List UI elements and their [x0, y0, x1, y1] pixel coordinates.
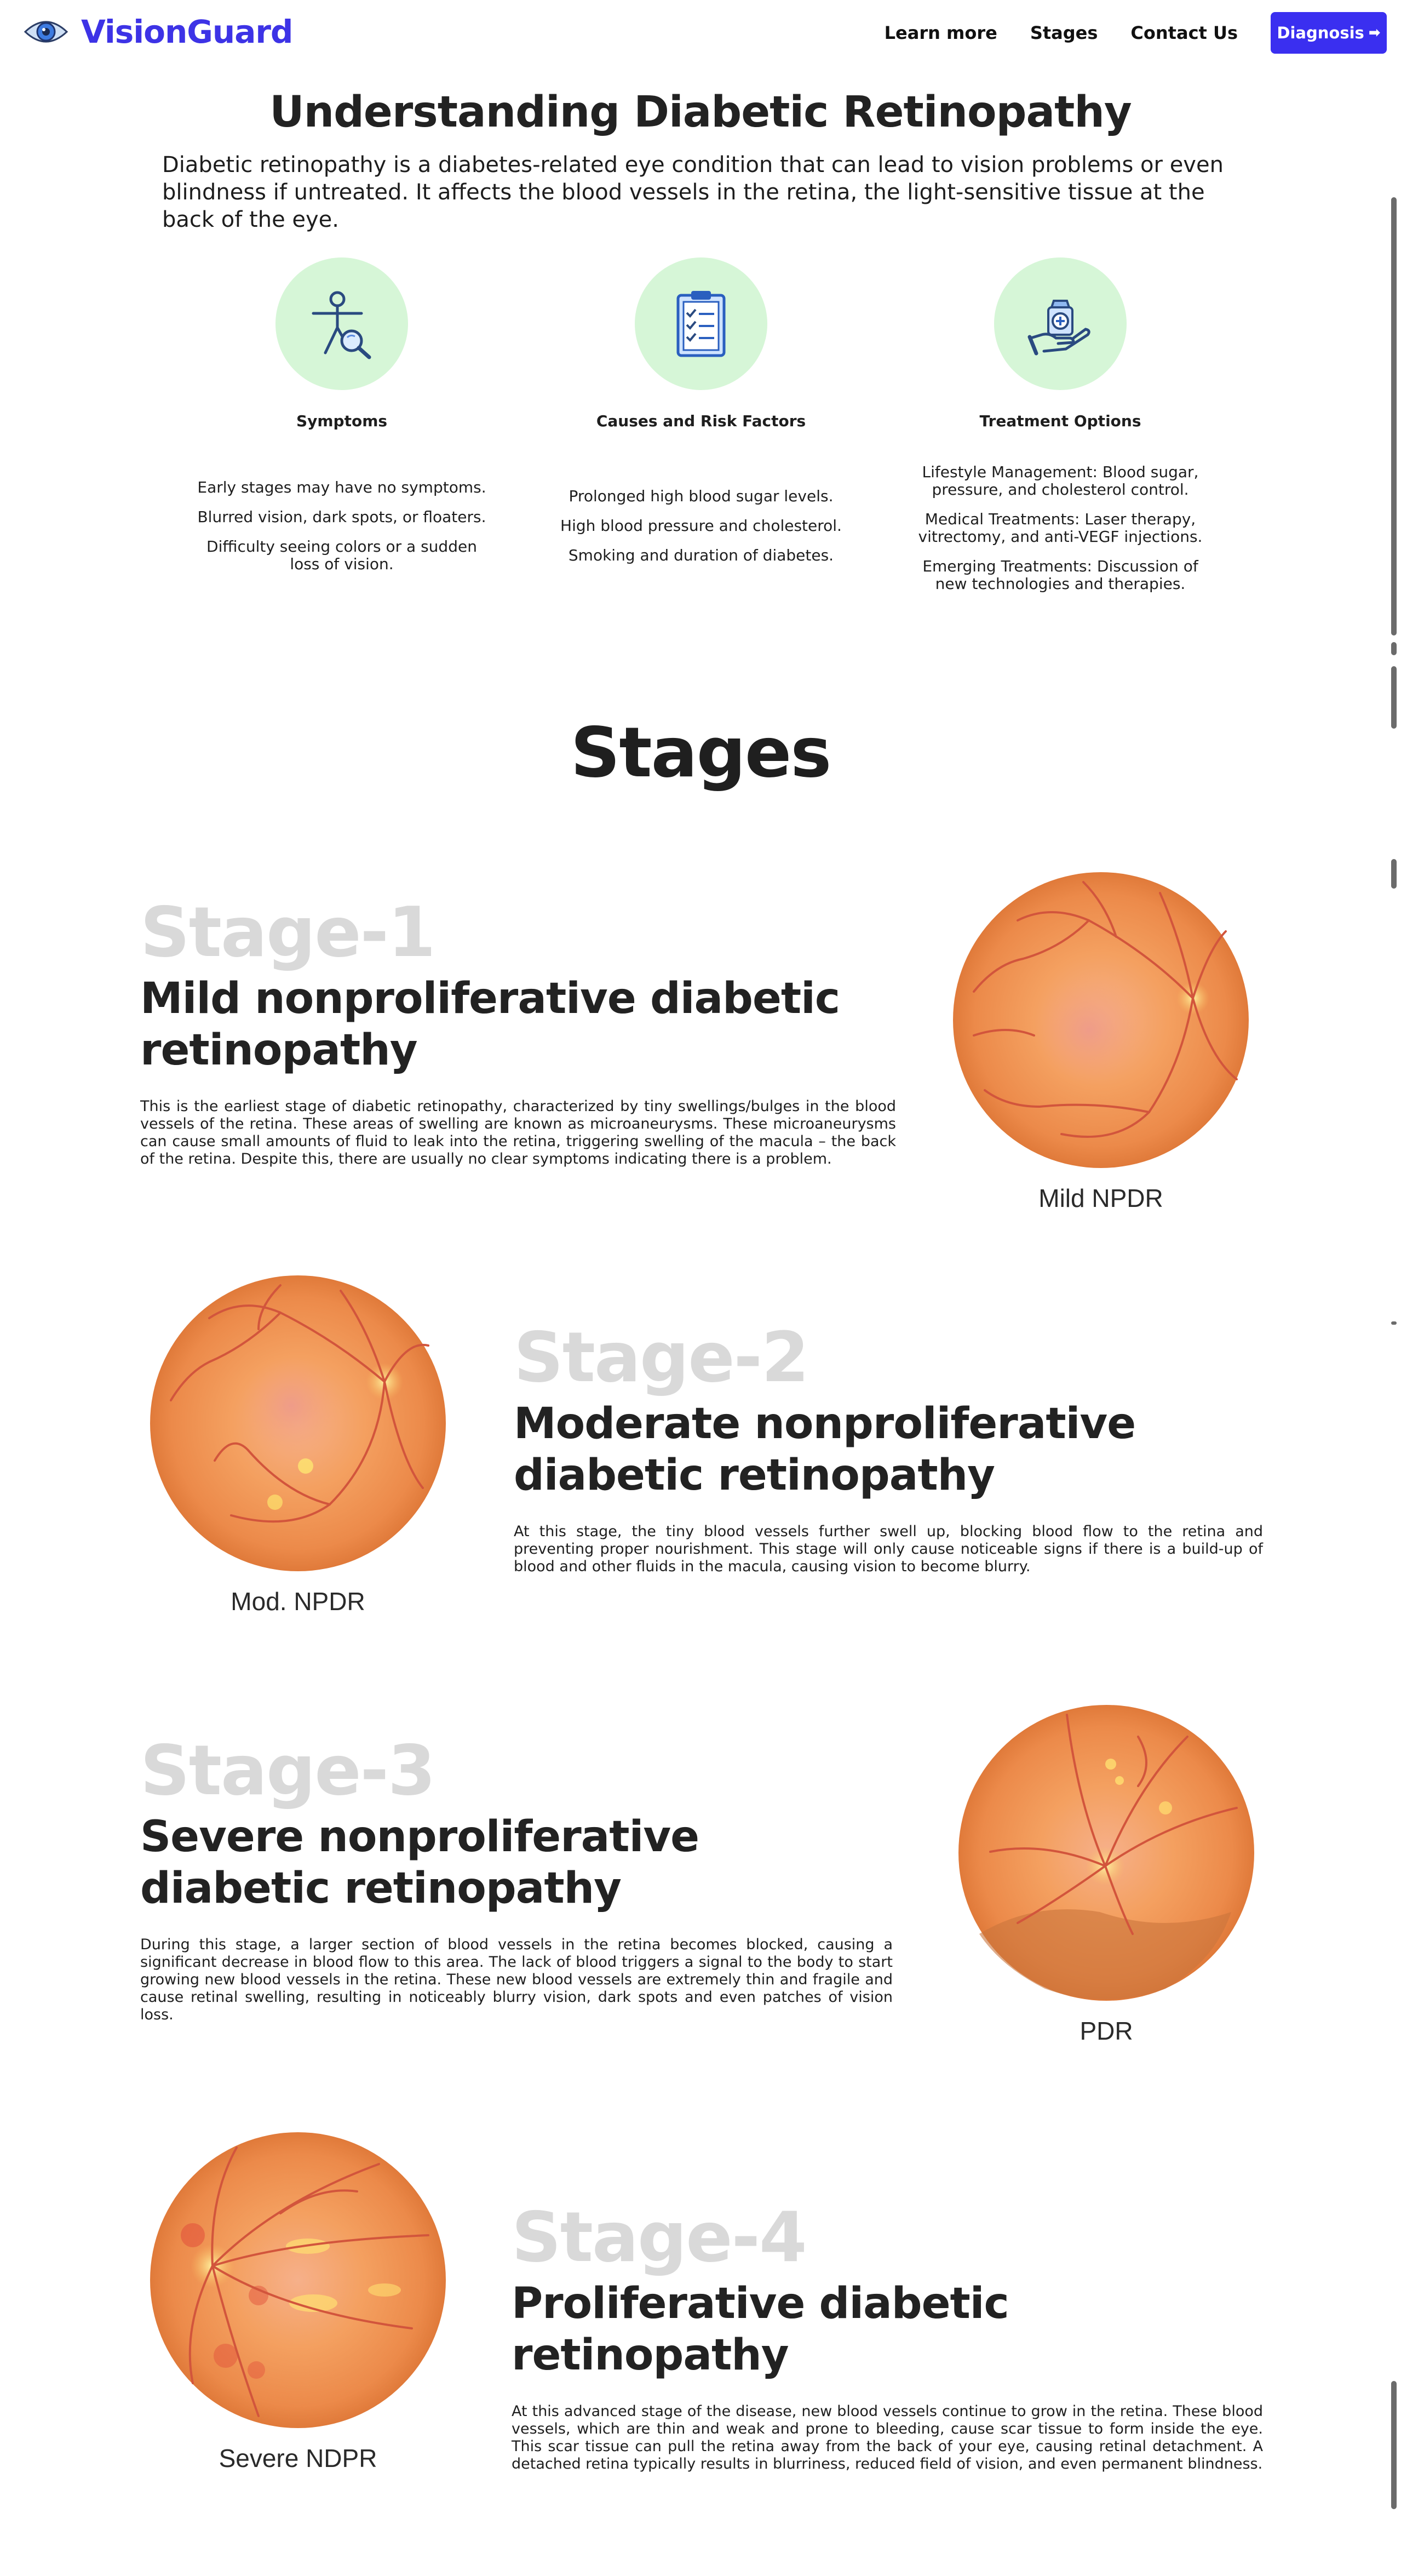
clipboard-checklist-icon [676, 291, 726, 357]
scrollbar-track[interactable] [1391, 197, 1397, 636]
card-list: Prolonged high blood sugar levels. High … [531, 488, 871, 576]
top-navbar: VisionGuard Learn more Stages Contact Us… [0, 0, 1401, 65]
stage-text: Stage-2 Moderate nonproliferative diabet… [514, 1319, 1263, 1576]
scrollbar-thumb[interactable] [1391, 2381, 1397, 2509]
nav-links: Learn more Stages Contact Us Diagnosis ➡ [885, 12, 1387, 54]
stage-image: Mod. NPDR [145, 1274, 451, 1616]
card-list: Lifestyle Management: Blood sugar, press… [891, 463, 1230, 605]
stage-description: During this stage, a larger section of b… [140, 1936, 893, 2023]
stage-image-label: Mod. NPDR [231, 1587, 365, 1616]
retina-image [150, 2132, 446, 2428]
scrollbar-marker [1391, 666, 1397, 729]
card-icon-bg [275, 257, 408, 390]
person-search-icon [312, 291, 371, 359]
page-title: Understanding Diabetic Retinopathy [269, 88, 1132, 137]
stage-number: Stage-4 [512, 2197, 807, 2277]
list-item: High blood pressure and cholesterol. [560, 517, 842, 535]
stage-description: At this stage, the tiny blood vessels fu… [514, 1523, 1263, 1575]
retina-image [150, 1275, 446, 1571]
card-icon-bg [994, 257, 1127, 390]
stages-section-title: Stages [570, 712, 832, 793]
scrollbar-marker [1391, 1321, 1397, 1325]
scrollbar-marker [1391, 642, 1397, 655]
stage-number: Stage-1 [140, 892, 436, 972]
nav-link-contact-us[interactable]: Contact Us [1130, 22, 1238, 43]
stage-description: At this advanced stage of the disease, n… [512, 2403, 1263, 2472]
card-icon-bg [635, 257, 767, 390]
list-item: Blurred vision, dark spots, or floaters. [197, 508, 486, 526]
stage-number: Stage-2 [514, 1317, 809, 1398]
stage-number: Stage-3 [140, 1730, 436, 1811]
list-item: Medical Treatments: Laser therapy, vitre… [918, 510, 1203, 546]
stage-heading: Mild nonproliferative diabetic retinopat… [140, 974, 840, 1075]
card-title: Causes and Risk Factors [596, 412, 806, 430]
brand-name: VisionGuard [81, 13, 293, 50]
diagnosis-button[interactable]: Diagnosis ➡ [1271, 12, 1387, 54]
hand-medicine-icon [1027, 300, 1090, 356]
intro-text: Diabetic retinopathy is a diabetes-relat… [162, 152, 1224, 232]
stage-image: Mild NPDR [948, 871, 1254, 1213]
stage-image-label: Severe NDPR [219, 2444, 377, 2472]
card-title: Treatment Options [979, 412, 1141, 430]
arrow-right-icon: ➡ [1368, 25, 1381, 41]
stage-heading: Severe nonproliferative diabetic retinop… [140, 1812, 699, 1913]
nav-link-learn-more[interactable]: Learn more [885, 22, 997, 43]
eye-logo-icon [24, 21, 68, 43]
card-causes: Causes and Risk Factors Prolonged high b… [531, 257, 871, 564]
stage-image: PDR [953, 1704, 1260, 2046]
retina-image [958, 1705, 1254, 2001]
stage-image: Severe NDPR [145, 2131, 451, 2473]
stage-text: Stage-3 Severe nonproliferative diabetic… [140, 1732, 893, 2024]
stage-image-label: PDR [1080, 2017, 1133, 2045]
stage-description: This is the earliest stage of diabetic r… [140, 1098, 896, 1167]
card-title: Symptoms [296, 412, 388, 430]
nav-link-stages[interactable]: Stages [1030, 22, 1098, 43]
card-symptoms: Symptoms Early stages may have no sympto… [172, 257, 512, 573]
list-item: Lifestyle Management: Blood sugar, press… [922, 463, 1199, 499]
card-treatment: Treatment Options Lifestyle Management: … [891, 257, 1230, 593]
brand[interactable]: VisionGuard [23, 13, 293, 50]
list-item: Emerging Treatments: Discussion of new t… [922, 557, 1198, 593]
list-item: Difficulty seeing colors or a sudden los… [206, 537, 477, 573]
list-item: Smoking and duration of diabetes. [568, 546, 834, 564]
stage-heading: Moderate nonproliferative diabetic retin… [514, 1399, 1136, 1500]
diagnosis-button-label: Diagnosis [1277, 24, 1364, 42]
scrollbar-marker [1391, 859, 1397, 889]
stage-image-label: Mild NPDR [1038, 1184, 1163, 1212]
card-list: Early stages may have no symptoms. Blurr… [172, 479, 512, 585]
stage-text: Stage-4 Proliferative diabetic retinopat… [512, 2199, 1263, 2473]
stage-heading: Proliferative diabetic retinopathy [512, 2279, 1009, 2380]
retina-image [953, 872, 1249, 1168]
list-item: Early stages may have no symptoms. [197, 478, 486, 496]
list-item: Prolonged high blood sugar levels. [569, 487, 834, 505]
info-cards: Symptoms Early stages may have no sympto… [0, 257, 1401, 608]
stage-text: Stage-1 Mild nonproliferative diabetic r… [140, 894, 896, 1168]
